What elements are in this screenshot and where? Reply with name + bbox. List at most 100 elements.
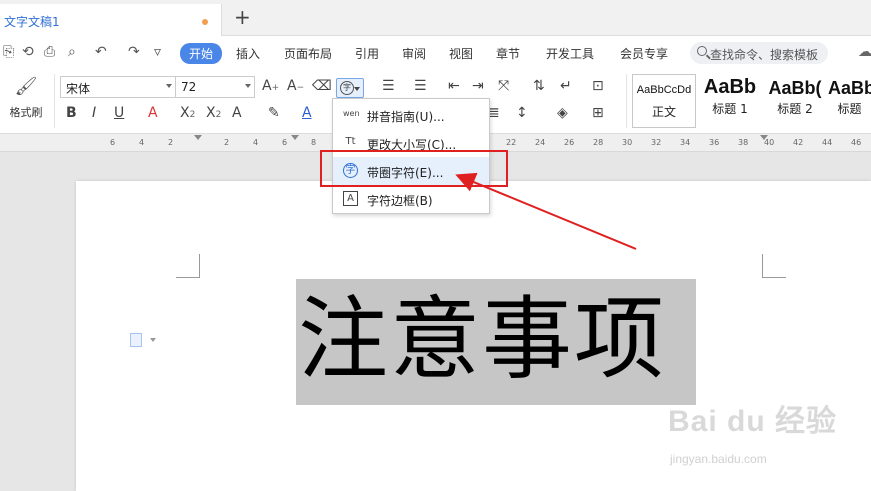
menu-item-label: 字符边框(B) — [367, 194, 433, 208]
enclosed-char-icon: 字 — [340, 81, 354, 95]
style-title-sample: AaBb — [828, 78, 871, 98]
shrink-font-icon[interactable]: A− — [287, 77, 304, 97]
command-search-box[interactable]: 查找命令、搜索模板 — [690, 42, 828, 64]
subscript-icon[interactable]: X2 — [206, 104, 221, 124]
chinese-layout-icon[interactable]: ⤧ — [498, 77, 509, 95]
watermark-logo: Bai du 经验 — [668, 405, 838, 438]
style-heading-2-sample: AaBb( — [768, 78, 822, 98]
borders-icon[interactable]: ⊞ — [592, 104, 604, 122]
customize-icon[interactable]: ▿ — [154, 44, 161, 60]
menu-developer[interactable]: 开发工具 — [546, 45, 594, 62]
preview-icon[interactable]: ⌕ — [68, 44, 76, 60]
output-icon[interactable]: ⟲ — [22, 44, 34, 60]
new-tab-button[interactable]: + — [234, 7, 251, 27]
show-marks-icon[interactable]: ↵ — [560, 77, 572, 95]
font-name-value: 宋体 — [66, 82, 91, 96]
document-tab[interactable]: 文字文稿1 — [0, 4, 222, 36]
undo-icon[interactable]: ↶ — [95, 44, 107, 60]
ruler-number: 44 — [822, 138, 833, 147]
menu-review[interactable]: 审阅 — [402, 45, 426, 62]
bullet-list-icon[interactable]: ☰ — [382, 77, 395, 95]
tab-stops-icon[interactable]: ⊡ — [592, 77, 604, 95]
format-painter-label: 格式刷 — [9, 106, 43, 119]
ruler-number: 36 — [709, 138, 720, 147]
style-heading-2[interactable]: AaBb( 标题 2 — [762, 74, 828, 128]
menu-home[interactable]: 开始 — [180, 43, 223, 64]
ruler-number: 4 — [139, 138, 145, 147]
unsaved-dot-icon — [202, 19, 208, 25]
menu-chapter[interactable]: 章节 — [496, 45, 520, 62]
ruler-number: 4 — [253, 138, 259, 147]
document-text[interactable]: 注意事项 — [298, 281, 694, 399]
chevron-down-icon[interactable] — [150, 338, 156, 342]
ruler-number: 6 — [282, 138, 288, 147]
sort-icon[interactable]: ⇅ — [533, 77, 545, 95]
shading-icon[interactable]: ◈ — [557, 104, 568, 122]
style-heading-1[interactable]: AaBb 标题 1 — [698, 74, 762, 128]
menu-member[interactable]: 会员专享 — [620, 45, 668, 62]
strikethrough-icon[interactable]: A — [148, 104, 158, 122]
text-style-icon[interactable]: A — [232, 104, 242, 122]
chevron-down-icon — [354, 87, 360, 91]
style-normal-label: 正文 — [651, 105, 676, 119]
style-normal[interactable]: AaBbCcDd 正文 — [632, 74, 696, 128]
decrease-indent-icon[interactable]: ⇤ — [448, 77, 460, 95]
grow-font-icon[interactable]: A+ — [262, 77, 279, 97]
ruler-number: 38 — [738, 138, 749, 147]
ruler-number: 34 — [680, 138, 691, 147]
menu-item-phonetic-guide[interactable]: wen 拼音指南(U)... — [333, 101, 489, 129]
menu-item-label: 拼音指南(U)... — [367, 110, 445, 124]
underline-icon[interactable]: U — [114, 104, 124, 122]
menu-references[interactable]: 引用 — [355, 45, 379, 62]
style-heading-1-label: 标题 1 — [712, 102, 748, 116]
highlight-icon[interactable]: ✎ — [268, 104, 280, 122]
phonetic-guide-icon: wen — [343, 109, 360, 118]
ruler-number: 30 — [622, 138, 633, 147]
brush-icon: 🖌 — [14, 76, 38, 97]
ruler-number: 6 — [110, 138, 116, 147]
tab-bar: 文字文稿1 + — [0, 0, 871, 36]
italic-icon[interactable]: I — [92, 104, 96, 122]
styles-gallery: AaBbCcDd 正文 AaBb 标题 1 AaBb( 标题 2 AaBb 标题 — [632, 74, 871, 128]
menu-insert[interactable]: 插入 — [236, 45, 260, 62]
numbered-list-icon[interactable]: ☰ — [414, 77, 427, 95]
margin-corner-mark — [762, 254, 786, 278]
search-placeholder: 查找命令、搜索模板 — [710, 48, 819, 62]
redo-icon[interactable]: ↷ — [128, 44, 140, 60]
margin-corner-mark — [176, 254, 200, 278]
ruler-number: 46 — [851, 138, 862, 147]
first-line-indent-marker[interactable] — [291, 135, 299, 140]
ruler-number: 22 — [506, 138, 517, 147]
menu-page-layout[interactable]: 页面布局 — [284, 45, 332, 62]
ribbon-divider — [626, 74, 627, 128]
increase-indent-icon[interactable]: ⇥ — [472, 77, 484, 95]
document-icon[interactable] — [130, 333, 142, 347]
search-icon — [697, 46, 707, 56]
style-title-label: 标题 — [837, 102, 862, 116]
change-case-icon: Tt — [345, 136, 356, 147]
font-size-select[interactable]: 72 — [175, 76, 255, 98]
style-title[interactable]: AaBb 标题 — [828, 74, 871, 128]
superscript-icon[interactable]: X2 — [180, 104, 195, 124]
menu-view[interactable]: 视图 — [449, 45, 473, 62]
menu-item-character-border[interactable]: A 字符边框(B) — [333, 185, 489, 213]
font-color-icon[interactable]: A — [302, 104, 312, 122]
save-icon[interactable]: ⎘ — [3, 44, 14, 60]
format-painter-button[interactable]: 🖌 格式刷 — [6, 74, 46, 130]
style-heading-1-sample: AaBb — [703, 76, 757, 98]
cloud-icon[interactable]: ☁ — [858, 44, 871, 60]
font-name-select[interactable]: 宋体 — [60, 76, 176, 98]
ruler-number: 28 — [593, 138, 604, 147]
right-indent-marker[interactable] — [760, 135, 768, 140]
watermark-url: jingyan.baidu.com — [670, 452, 767, 466]
clear-format-icon[interactable]: ⌫ — [312, 77, 332, 95]
left-indent-marker[interactable] — [194, 135, 202, 140]
menu-bar: ⎘ ⟲ ⎙ ⌕ ↶ ↷ ▿ 开始 插入 页面布局 引用 审阅 视图 章节 开发工… — [0, 36, 871, 68]
character-border-icon: A — [343, 191, 358, 206]
bold-icon[interactable]: B — [66, 104, 77, 122]
ruler-number: 32 — [651, 138, 662, 147]
text-effects-button[interactable]: 字 — [336, 78, 364, 98]
print-icon[interactable]: ⎙ — [44, 44, 55, 60]
ruler-number: 2 — [168, 138, 174, 147]
line-spacing-icon[interactable]: ↕ — [516, 104, 528, 122]
